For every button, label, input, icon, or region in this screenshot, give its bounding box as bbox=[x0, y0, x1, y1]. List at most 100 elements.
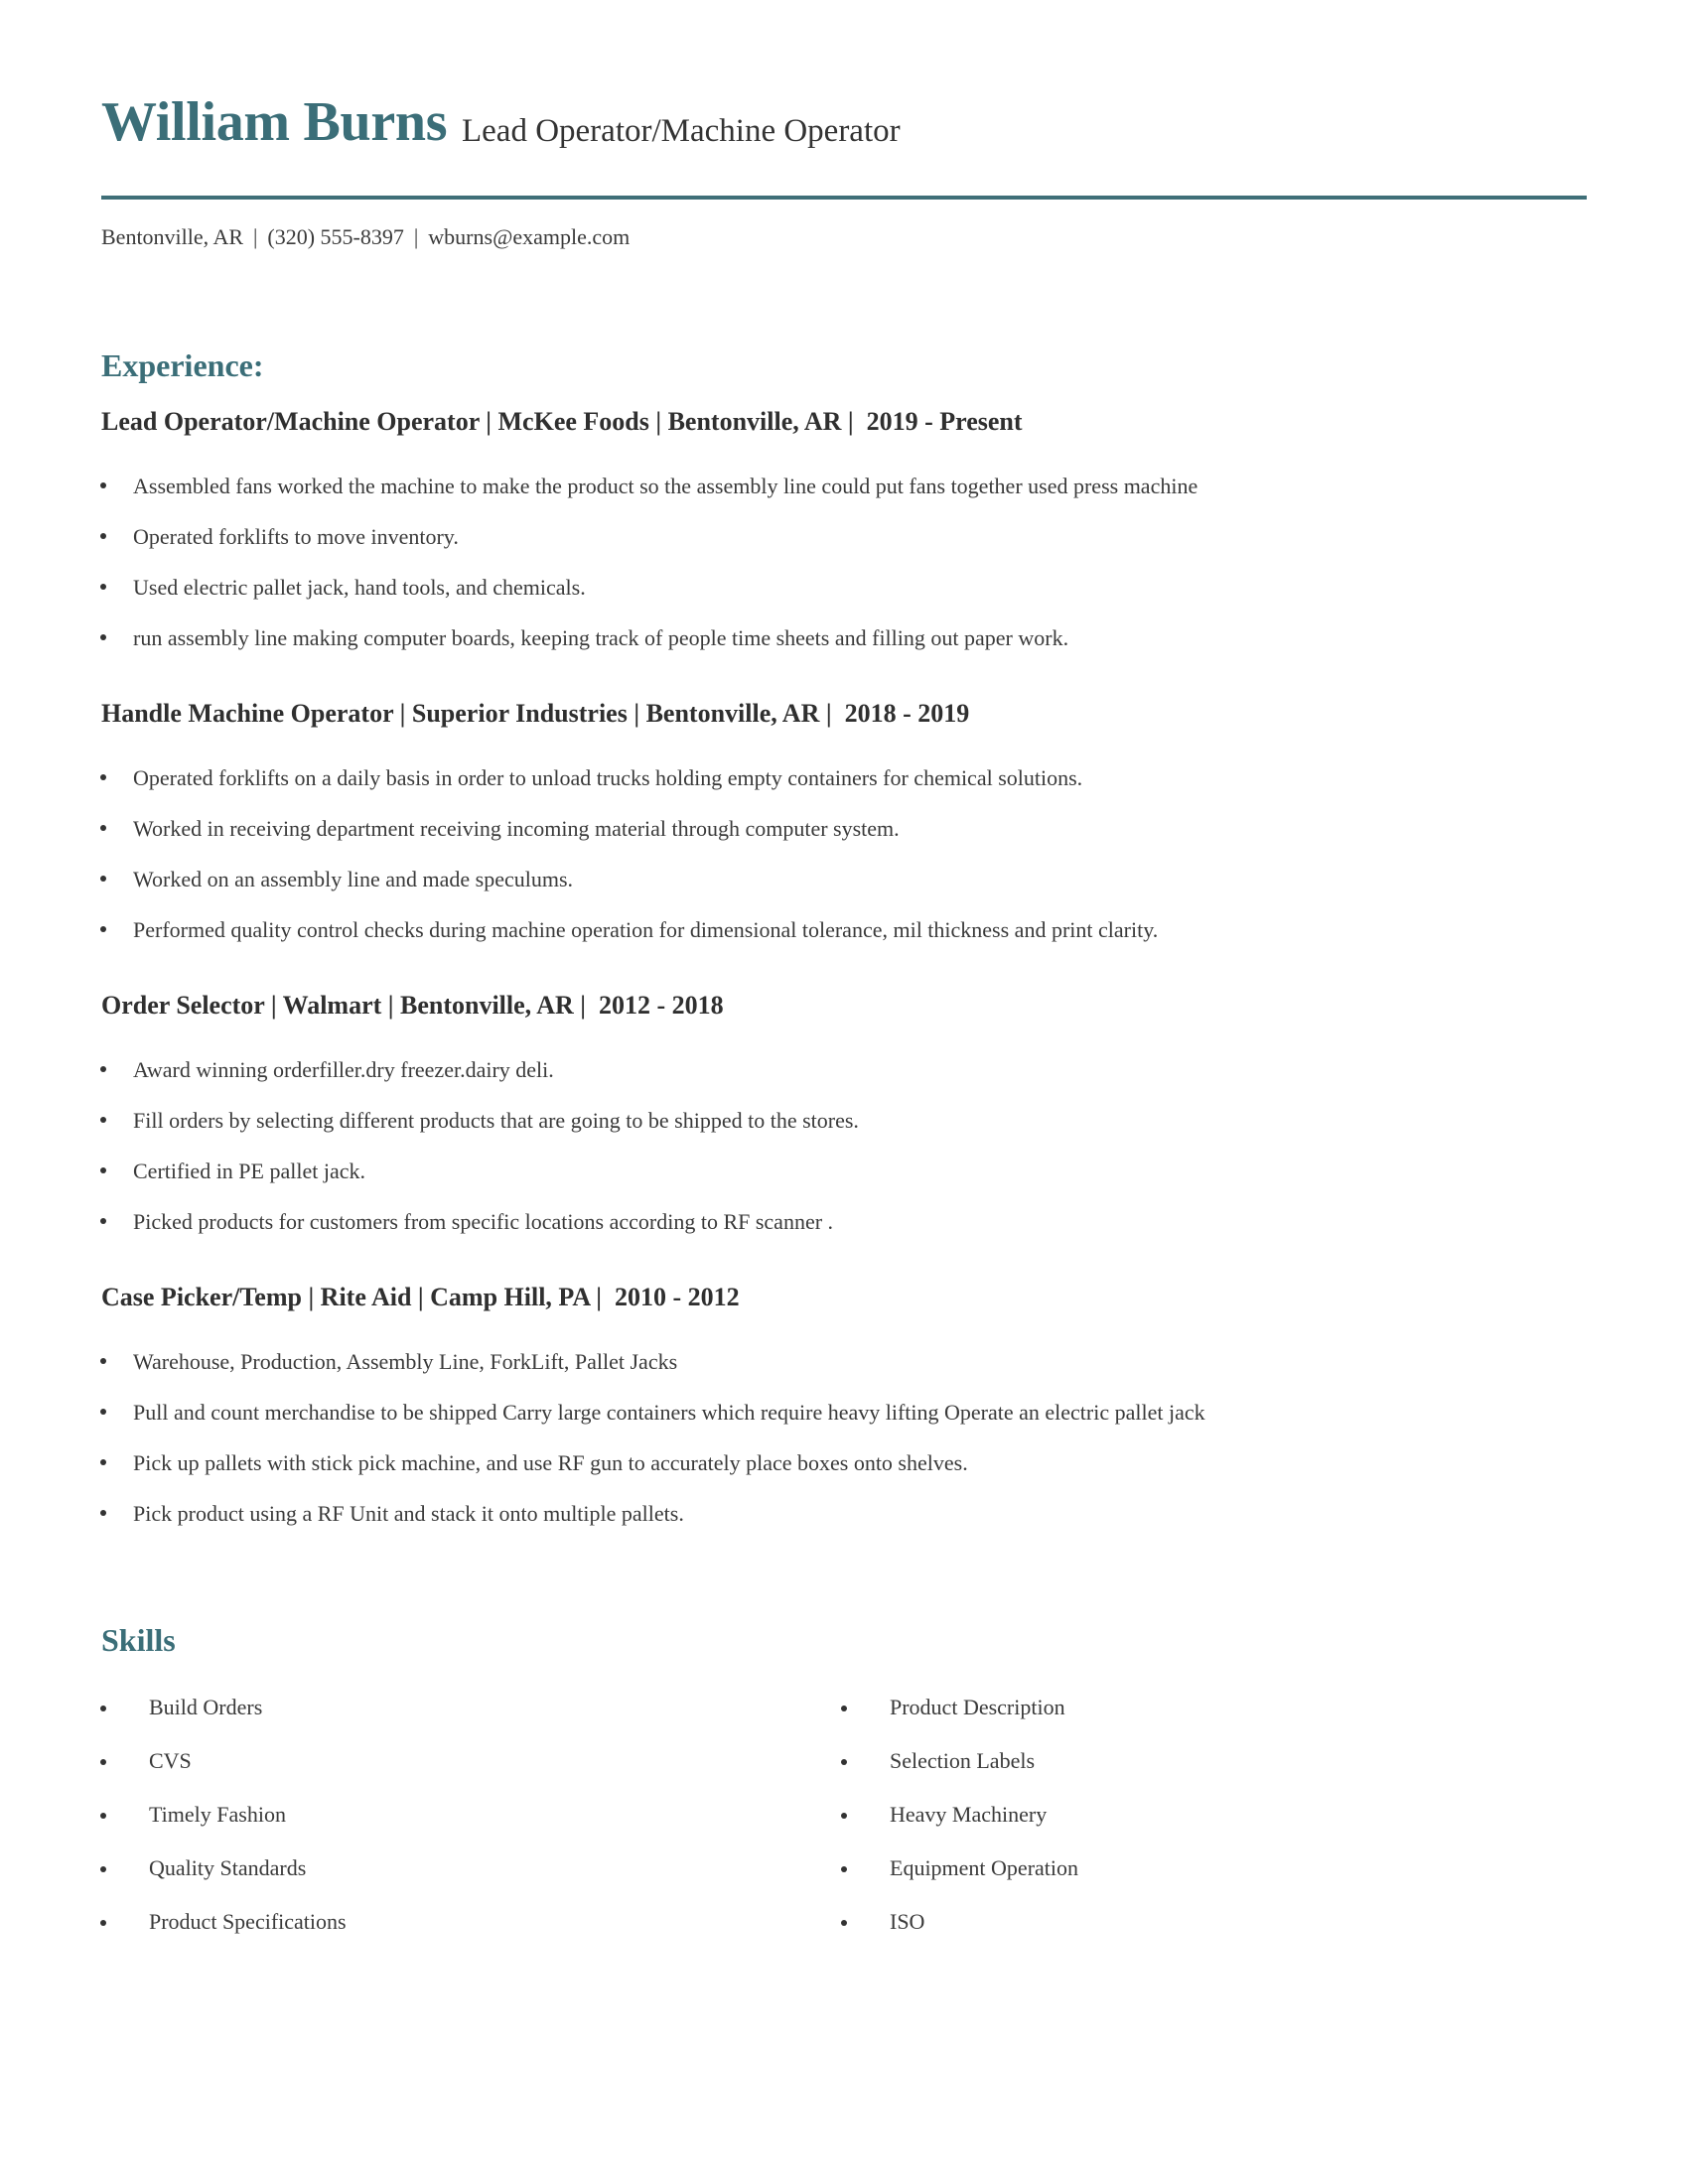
job-bullets: Warehouse, Production, Assembly Line, Fo… bbox=[100, 1336, 1587, 1539]
list-item: Pick product using a RF Unit and stack i… bbox=[100, 1488, 1587, 1539]
skill-text: Product Description bbox=[890, 1695, 1065, 1719]
skill-item: CVS bbox=[100, 1734, 842, 1788]
contact-separator: | bbox=[413, 224, 419, 249]
skill-text: Product Specifications bbox=[149, 1909, 347, 1934]
bullet-icon bbox=[841, 1920, 847, 1926]
skills-heading: Skills bbox=[101, 1622, 176, 1658]
bullet-text: Fill orders by selecting different produ… bbox=[133, 1108, 859, 1133]
bullet-text: Operated forklifts to move inventory. bbox=[133, 524, 459, 549]
list-item: Picked products for customers from speci… bbox=[100, 1196, 1587, 1247]
bullet-icon bbox=[841, 1813, 847, 1819]
skill-item: Quality Standards bbox=[100, 1842, 842, 1895]
bullet-icon bbox=[100, 1866, 106, 1872]
bullet-text: Performed quality control checks during … bbox=[133, 917, 1159, 942]
contact-separator: | bbox=[253, 224, 258, 249]
skill-text: ISO bbox=[890, 1909, 925, 1934]
bullet-icon bbox=[100, 1459, 106, 1465]
skill-text: Quality Standards bbox=[149, 1855, 307, 1880]
skill-text: Heavy Machinery bbox=[890, 1802, 1048, 1827]
skill-text: Equipment Operation bbox=[890, 1855, 1079, 1880]
bullet-text: run assembly line making computer boards… bbox=[133, 625, 1069, 650]
contact-location: Bentonville, AR bbox=[101, 224, 243, 249]
job-heading: Order Selector | Walmart | Bentonville, … bbox=[101, 991, 724, 1020]
bullet-icon bbox=[100, 1813, 106, 1819]
bullet-icon bbox=[100, 1218, 106, 1224]
list-item: run assembly line making computer boards… bbox=[100, 613, 1587, 663]
bullet-icon bbox=[100, 1358, 106, 1364]
skill-item: Timely Fashion bbox=[100, 1788, 842, 1842]
experience-section: Experience: Lead Operator/Machine Operat… bbox=[100, 345, 1587, 1539]
skill-item: Heavy Machinery bbox=[841, 1788, 1583, 1842]
bullet-icon bbox=[841, 1866, 847, 1872]
bullet-text: Pick up pallets with stick pick machine,… bbox=[133, 1450, 968, 1475]
skills-column-right: Product Description Selection Labels Hea… bbox=[841, 1681, 1583, 1949]
job-entry: Case Picker/Temp | Rite Aid | Camp Hill,… bbox=[100, 1280, 1587, 1539]
bullet-icon bbox=[100, 1510, 106, 1516]
bullet-icon bbox=[100, 1706, 106, 1711]
candidate-name: William Burns bbox=[101, 91, 448, 153]
bullet-icon bbox=[100, 876, 106, 882]
bullet-text: Picked products for customers from speci… bbox=[133, 1209, 834, 1234]
skills-column-left: Build Orders CVS Timely Fashion Quality … bbox=[100, 1681, 842, 1949]
bullet-icon bbox=[100, 1066, 106, 1072]
bullet-text: Warehouse, Production, Assembly Line, Fo… bbox=[133, 1349, 678, 1374]
contact-line: Bentonville, AR | (320) 555-8397 | wburns@ex… bbox=[101, 222, 630, 252]
list-item: Warehouse, Production, Assembly Line, Fo… bbox=[100, 1336, 1587, 1387]
list-item: Award winning orderfiller.dry freezer.da… bbox=[100, 1044, 1587, 1095]
bullet-icon bbox=[100, 825, 106, 831]
job-bullets: Award winning orderfiller.dry freezer.da… bbox=[100, 1044, 1587, 1247]
job-heading: Case Picker/Temp | Rite Aid | Camp Hill,… bbox=[101, 1283, 740, 1311]
list-item: Certified in PE pallet jack. bbox=[100, 1146, 1587, 1196]
contact-phone: (320) 555-8397 bbox=[267, 224, 404, 249]
bullet-icon bbox=[100, 482, 106, 488]
skill-text: CVS bbox=[149, 1748, 192, 1773]
job-bullets: Operated forklifts on a daily basis in o… bbox=[100, 752, 1587, 955]
skills-grid: Build Orders CVS Timely Fashion Quality … bbox=[100, 1681, 1587, 1949]
bullet-text: Pick product using a RF Unit and stack i… bbox=[133, 1501, 684, 1526]
skill-item: Build Orders bbox=[100, 1681, 842, 1734]
skill-item: ISO bbox=[841, 1895, 1583, 1949]
bullet-icon bbox=[100, 774, 106, 780]
job-entry: Handle Machine Operator | Superior Indus… bbox=[100, 696, 1587, 955]
bullet-text: Used electric pallet jack, hand tools, a… bbox=[133, 575, 586, 600]
bullet-text: Worked on an assembly line and made spec… bbox=[133, 867, 574, 891]
list-item: Assembled fans worked the machine to mak… bbox=[100, 461, 1587, 511]
header-divider bbox=[101, 196, 1587, 200]
list-item: Worked on an assembly line and made spec… bbox=[100, 854, 1587, 904]
bullet-icon bbox=[100, 1759, 106, 1765]
bullet-text: Assembled fans worked the machine to mak… bbox=[133, 474, 1198, 498]
skill-text: Timely Fashion bbox=[149, 1802, 286, 1827]
job-heading: Handle Machine Operator | Superior Indus… bbox=[101, 699, 970, 728]
bullet-icon bbox=[841, 1759, 847, 1765]
skill-item: Equipment Operation bbox=[841, 1842, 1583, 1895]
skill-item: Product Description bbox=[841, 1681, 1583, 1734]
contact-email[interactable]: wburns@example.com bbox=[428, 224, 630, 249]
bullet-icon bbox=[100, 1409, 106, 1415]
bullet-icon bbox=[100, 584, 106, 590]
job-entry: Order Selector | Walmart | Bentonville, … bbox=[100, 988, 1587, 1247]
list-item: Operated forklifts to move inventory. bbox=[100, 511, 1587, 562]
list-item: Used electric pallet jack, hand tools, a… bbox=[100, 562, 1587, 613]
experience-heading: Experience: bbox=[101, 347, 264, 383]
bullet-icon bbox=[841, 1706, 847, 1711]
job-heading: Lead Operator/Machine Operator | McKee F… bbox=[101, 407, 1023, 436]
bullet-icon bbox=[100, 1167, 106, 1173]
skill-text: Selection Labels bbox=[890, 1748, 1036, 1773]
list-item: Fill orders by selecting different produ… bbox=[100, 1095, 1587, 1146]
list-item: Worked in receiving department receiving… bbox=[100, 803, 1587, 854]
skill-item: Selection Labels bbox=[841, 1734, 1583, 1788]
candidate-title: Lead Operator/Machine Operator bbox=[462, 113, 901, 149]
bullet-icon bbox=[100, 1920, 106, 1926]
bullet-icon bbox=[100, 1117, 106, 1123]
job-entry: Lead Operator/Machine Operator | McKee F… bbox=[100, 404, 1587, 663]
bullet-text: Operated forklifts on a daily basis in o… bbox=[133, 765, 1083, 790]
job-bullets: Assembled fans worked the machine to mak… bbox=[100, 461, 1587, 663]
skills-section: Skills Build Orders CVS Timely Fashion Q… bbox=[100, 1620, 1587, 1949]
skill-text: Build Orders bbox=[149, 1695, 263, 1719]
bullet-icon bbox=[100, 533, 106, 539]
bullet-text: Pull and count merchandise to be shipped… bbox=[133, 1400, 1205, 1425]
bullet-text: Worked in receiving department receiving… bbox=[133, 816, 900, 841]
list-item: Performed quality control checks during … bbox=[100, 904, 1587, 955]
bullet-text: Award winning orderfiller.dry freezer.da… bbox=[133, 1057, 554, 1082]
list-item: Pick up pallets with stick pick machine,… bbox=[100, 1437, 1587, 1488]
